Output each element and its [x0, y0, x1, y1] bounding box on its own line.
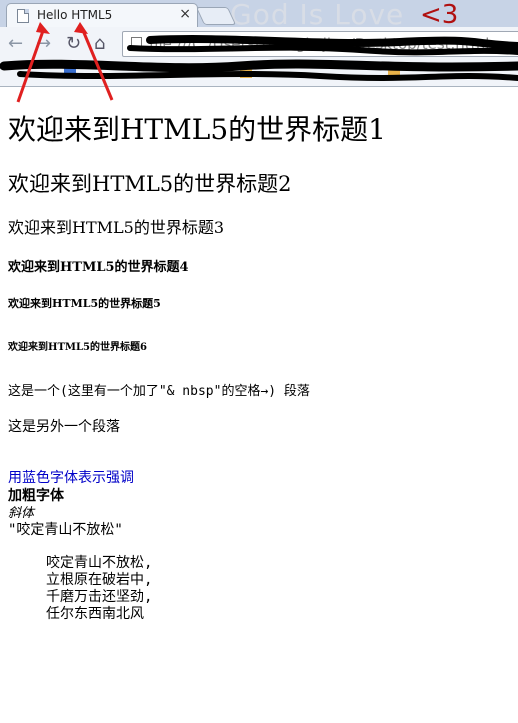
page-icon	[131, 37, 142, 51]
tab-title: Hello HTML5	[37, 8, 113, 22]
paragraph-1: 这是一个(这里有一个加了"& nbsp"的空格→) 段落	[8, 384, 310, 399]
heading-1: 欢迎来到HTML5的世界标题1	[8, 113, 386, 146]
tab-strip: God Is Love <3 Hello HTML5 ×	[0, 0, 518, 31]
quote-text: "咬定青山不放松"	[8, 522, 123, 538]
home-icon[interactable]: ⌂	[94, 33, 105, 54]
heading-2: 欢迎来到HTML5的世界标题2	[8, 172, 292, 196]
reload-icon[interactable]: ↻	[66, 33, 81, 54]
url-text: file:///C:/Users/zhengkejian/Desktop/tes…	[149, 35, 490, 53]
folder-icon[interactable]	[240, 66, 252, 78]
heading-6: 欢迎来到HTML5的世界标题6	[8, 342, 147, 353]
bookmark-icon[interactable]	[64, 66, 76, 78]
back-icon[interactable]: ←	[8, 33, 23, 54]
folder-icon[interactable]	[388, 66, 400, 78]
heart-mark: <3	[420, 0, 459, 30]
poem-line: 咬定青山不放松,	[46, 555, 153, 571]
heading-5: 欢迎来到HTML5的世界标题5	[8, 297, 161, 310]
poem-line: 任尔东西南北风	[46, 606, 144, 622]
tab-close-icon[interactable]: ×	[179, 6, 191, 22]
poem-line: 千磨万击还坚劲,	[46, 589, 153, 605]
poem-block: 咬定青山不放松, 立根原在破岩中, 千磨万击还坚劲, 任尔东西南北风	[46, 555, 152, 623]
heading-3: 欢迎来到HTML5的世界标题3	[8, 218, 224, 237]
toolbar: ← → ↻ ⌂ file:///C:/Users/zhengkejian/Des…	[0, 27, 518, 60]
heading-4: 欢迎来到HTML5的世界标题4	[8, 260, 189, 275]
page-icon	[17, 9, 29, 23]
browser-chrome: God Is Love <3 Hello HTML5 × ← → ↻ ⌂ fil…	[0, 0, 518, 87]
forward-icon[interactable]: →	[36, 33, 51, 54]
blue-emphasis-text: 用蓝色字体表示强调	[8, 470, 134, 486]
poem-line: 立根原在破岩中,	[46, 572, 153, 588]
address-bar[interactable]: file:///C:/Users/zhengkejian/Desktop/tes…	[122, 31, 518, 57]
paragraph-2: 这是另外一个段落	[8, 419, 120, 435]
bookmarks-bar	[0, 60, 518, 86]
tab-hello-html5[interactable]: Hello HTML5 ×	[6, 3, 198, 28]
